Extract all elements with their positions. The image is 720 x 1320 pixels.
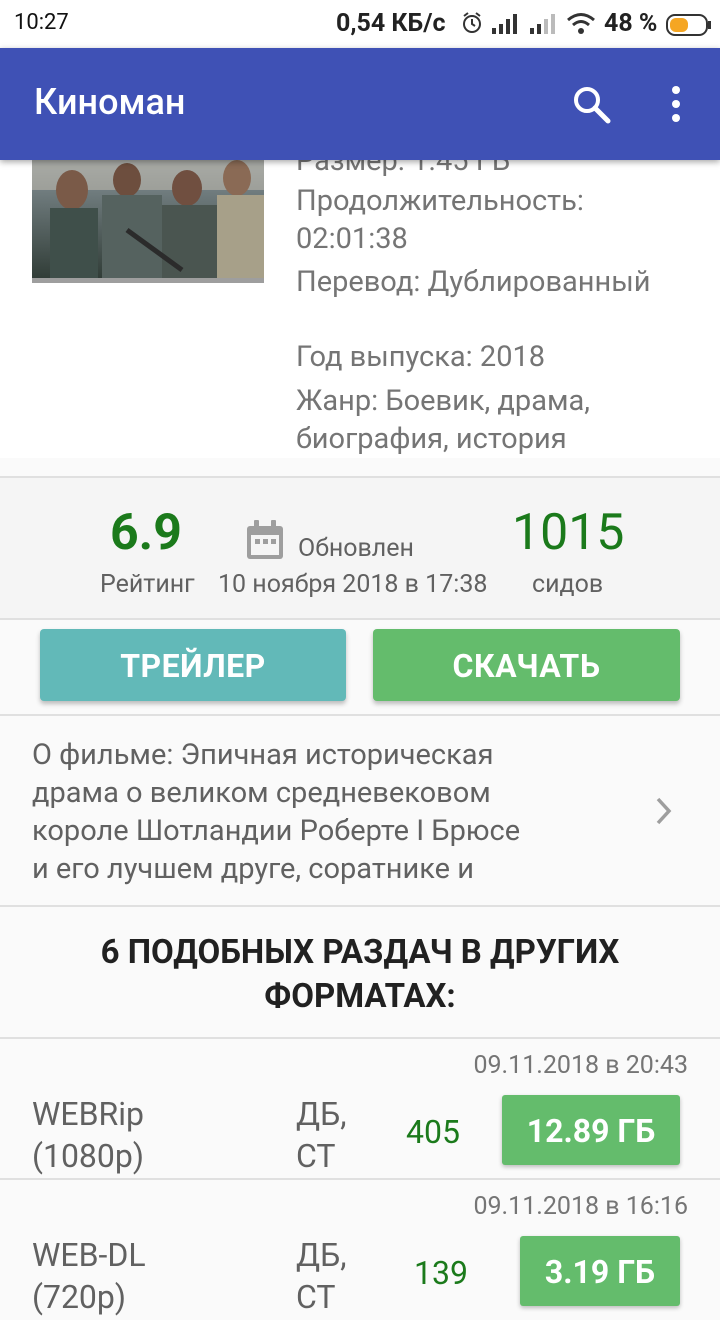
- wifi-icon: [567, 13, 595, 34]
- seeds-label: сидов: [532, 570, 604, 599]
- release-format-line-1: WEBRip: [32, 1095, 144, 1133]
- release-translation-line-1: ДБ,: [296, 1236, 347, 1274]
- release-translation-line-2: СТ: [296, 1278, 336, 1316]
- search-icon[interactable]: [572, 85, 612, 125]
- app-bar: Киноман: [0, 48, 720, 160]
- release-format-line-1: WEB-DL: [32, 1236, 146, 1274]
- similar-title: 6 ПОДОБНЫХ РАЗДАЧ В ДРУГИХ ФОРМАТАХ:: [40, 931, 680, 1019]
- release-date: 09.11.2018 в 20:43: [473, 1051, 688, 1080]
- release-translation: ДБ, СТ: [296, 1234, 347, 1318]
- genre-line-1: Жанр: Боевик, драма,: [296, 384, 590, 418]
- release-size-button[interactable]: 12.89 ГБ: [502, 1095, 680, 1165]
- about-line-1: О фильме: Эпичная историческая: [32, 738, 494, 772]
- size-info: Размер: 1.45 ГБ: [296, 160, 511, 178]
- release-date: 09.11.2018 в 16:16: [473, 1192, 688, 1221]
- release-translation-line-1: ДБ,: [296, 1095, 347, 1133]
- updated-label: Обновлен: [298, 534, 414, 563]
- release-translation-line-2: СТ: [296, 1137, 336, 1175]
- poster-underline: [32, 278, 264, 283]
- similar-title-line-2: ФОРМАТАХ:: [264, 977, 456, 1016]
- similar-title-line-1: 6 ПОДОБНЫХ РАЗДАЧ В ДРУГИХ: [100, 933, 620, 972]
- duration-label: Продолжительность:: [296, 184, 584, 218]
- release-translation: ДБ, СТ: [296, 1093, 347, 1177]
- genre-line-2: биография, история: [296, 422, 567, 456]
- release-row[interactable]: 09.11.2018 в 16:16 WEB-DL (720p) ДБ, СТ …: [0, 1178, 720, 1320]
- chevron-right-icon: [656, 797, 672, 825]
- movie-poster[interactable]: [32, 160, 264, 282]
- rating-label: Рейтинг: [100, 570, 195, 599]
- release-row[interactable]: 09.11.2018 в 20:43 WEBRip (1080p) ДБ, СТ…: [0, 1037, 720, 1179]
- calendar-icon: [247, 520, 283, 559]
- year-info: Год выпуска: 2018: [296, 340, 546, 374]
- updated-date: 10 ноября 2018 в 17:38: [218, 570, 488, 599]
- trailer-button[interactable]: ТРЕЙЛЕР: [40, 629, 346, 701]
- release-seeds: 405: [406, 1113, 460, 1151]
- battery-icon: [666, 14, 711, 36]
- about-line-4: и его лучшем друге, соратнике и: [32, 852, 474, 886]
- alarm-icon: [463, 12, 481, 33]
- about-line-2: драма о великом средневековом: [32, 776, 491, 810]
- rating-value: 6.9: [110, 504, 182, 562]
- status-time: 10:27: [14, 10, 69, 35]
- about-text: О фильме: Эпичная историческая драма о в…: [32, 736, 592, 888]
- about-line-3: короле Шотландии Роберте I Брюсе: [32, 814, 521, 848]
- poster-image: [32, 160, 264, 282]
- more-vert-icon[interactable]: [666, 85, 686, 125]
- release-format: WEBRip (1080p): [32, 1093, 144, 1177]
- torrent-info: Размер: 1.45 ГБ Продолжительность: 02:01…: [0, 160, 720, 458]
- translation-info: Перевод: Дублированный: [296, 265, 651, 299]
- release-seeds: 139: [414, 1254, 468, 1292]
- seeds-value: 1015: [512, 504, 625, 562]
- signal-icon: [492, 14, 517, 34]
- status-network-speed: 0,54 КБ/с: [336, 9, 446, 38]
- battery-percent: 48 %: [604, 9, 658, 38]
- status-bar: 10:27 0,54 КБ/с 48 %: [0, 0, 720, 48]
- about-movie[interactable]: О фильме: Эпичная историческая драма о в…: [0, 714, 720, 907]
- release-size-button[interactable]: 3.19 ГБ: [520, 1236, 680, 1306]
- release-format-line-2: (1080p): [32, 1137, 144, 1175]
- release-format: WEB-DL (720p): [32, 1234, 146, 1318]
- app-title: Киноман: [34, 81, 186, 123]
- download-button[interactable]: СКАЧАТЬ: [373, 629, 680, 701]
- similar-releases-header: 6 ПОДОБНЫХ РАЗДАЧ В ДРУГИХ ФОРМАТАХ:: [0, 905, 720, 1035]
- stats-band: 6.9 Рейтинг Обновлен 10 ноября 2018 в 17…: [0, 476, 720, 620]
- duration-value: 02:01:38: [296, 222, 408, 256]
- signal-icon-2: [530, 14, 555, 34]
- release-format-line-2: (720p): [32, 1278, 127, 1316]
